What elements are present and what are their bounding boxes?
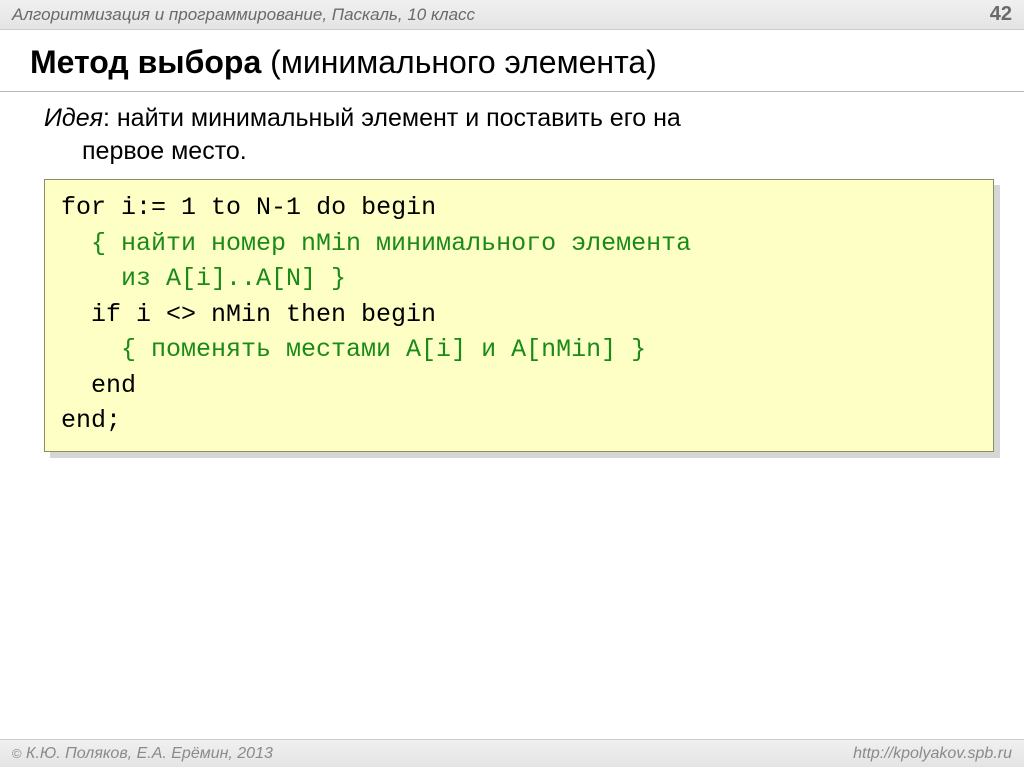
code-l5: { поменять местами A[i] и A[nMin] } (61, 335, 646, 364)
code-l7: end; (61, 406, 121, 435)
code-l2: { найти номер nMin минимального элемента (61, 229, 691, 258)
page-number: 42 (990, 3, 1012, 26)
code-block: for i:= 1 to N-1 do begin { найти номер … (44, 179, 994, 452)
slide-title: Метод выбора (минимального элемента) (0, 30, 1024, 92)
footer-url: http://kpolyakov.spb.ru (853, 745, 1012, 763)
title-normal: (минимального элемента) (261, 44, 657, 80)
code-l6: end (61, 371, 136, 400)
footer-authors: © К.Ю. Поляков, Е.А. Ерёмин, 2013 (12, 745, 273, 763)
idea-line2: первое место. (44, 135, 994, 168)
title-bold: Метод выбора (30, 44, 261, 80)
header-bar: Алгоритмизация и программирование, Паска… (0, 0, 1024, 30)
code-l3: из A[i]..A[N] } (61, 264, 346, 293)
code-container: for i:= 1 to N-1 do begin { найти номер … (44, 179, 994, 452)
code-l4: if i <> nMin then begin (61, 300, 436, 329)
footer-bar: © К.Ю. Поляков, Е.А. Ерёмин, 2013 http:/… (0, 739, 1024, 767)
idea-text: Идея: найти минимальный элемент и постав… (0, 92, 1024, 175)
idea-line1: : найти минимальный элемент и поставить … (103, 104, 681, 132)
code-l1a: for i:= (61, 193, 166, 222)
authors-text: К.Ю. Поляков, Е.А. Ерёмин, 2013 (22, 745, 273, 762)
copyright-icon: © (12, 746, 22, 761)
course-title: Алгоритмизация и программирование, Паска… (12, 5, 475, 25)
code-l1b: to N-1 do begin (211, 193, 436, 222)
code-l1-one: 1 (166, 193, 211, 222)
idea-label: Идея (44, 104, 103, 132)
